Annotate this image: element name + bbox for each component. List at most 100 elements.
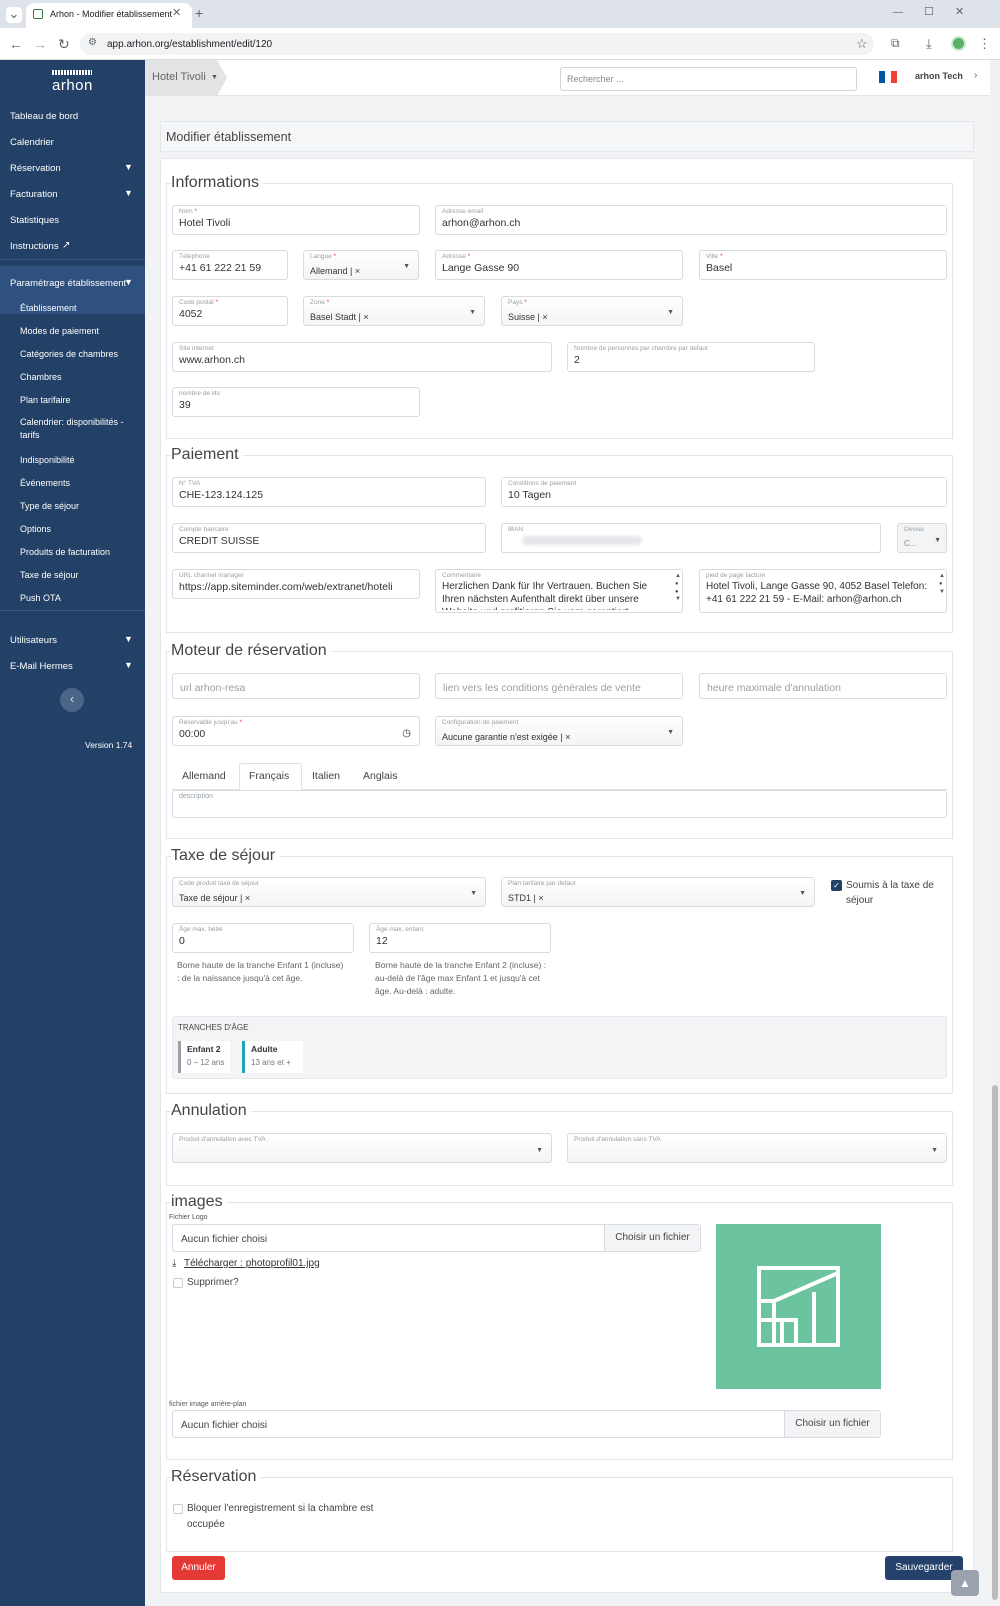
annulation-avec-tva-select[interactable]: Produit d'annulation avec TVA ▼: [172, 1133, 552, 1163]
bloquer-checkbox[interactable]: [173, 1504, 183, 1514]
reload-icon[interactable]: ↻: [58, 37, 70, 51]
sidebar-item-instructions[interactable]: Instructions: [10, 241, 59, 252]
scroll-top-button[interactable]: ▲: [951, 1570, 979, 1596]
menu-dots-icon[interactable]: ⋮: [978, 37, 991, 50]
profile-avatar[interactable]: [951, 36, 966, 51]
user-menu[interactable]: arhon Tech: [915, 71, 963, 81]
clear-icon[interactable]: ×: [538, 893, 543, 903]
code-taxe-select[interactable]: Code produit taxe de séjour Taxe de séjou…: [172, 877, 486, 907]
conditions-field[interactable]: Conditions de paiement 10 Tagen: [501, 477, 947, 507]
clock-icon[interactable]: ◷: [402, 728, 411, 739]
close-tab-icon[interactable]: ✕: [172, 8, 181, 19]
sidebar-item-facturation[interactable]: Facturation: [10, 189, 58, 200]
soumis-checkbox[interactable]: ✓: [831, 880, 842, 891]
sidebar-sub-taxe-sejour[interactable]: Taxe de séjour: [20, 569, 79, 582]
tva-field[interactable]: N° TVA CHE-123.124.125: [172, 477, 486, 507]
zone-select[interactable]: Zone * Basel Stadt | × ▼: [303, 296, 485, 326]
adresse-value: Lange Gasse 90: [442, 262, 520, 274]
site-internet-field[interactable]: Site internet www.arhon.ch: [172, 342, 552, 372]
pied-page-textarea[interactable]: pied de page facture Hotel Tivoli, Lange …: [699, 569, 947, 613]
sidebar-sub-type-sejour[interactable]: Type de séjour: [20, 500, 79, 513]
clear-icon[interactable]: ×: [363, 312, 368, 322]
downloads-icon[interactable]: ⤓: [926, 37, 932, 50]
nom-field[interactable]: Nom * Hotel Tivoli: [172, 205, 420, 235]
clear-icon[interactable]: ×: [355, 266, 360, 276]
extensions-icon[interactable]: ⧉: [891, 37, 900, 49]
telephone-field[interactable]: Téléphone +41 61 222 21 59: [172, 250, 288, 280]
heure-annulation-field[interactable]: heure maximale d'annulation: [699, 673, 947, 699]
plan-tarifaire-select[interactable]: Plan tarifaire par defaut STD1 | × ▼: [501, 877, 815, 907]
lits-field[interactable]: nombre de lits 39: [172, 387, 420, 417]
code-postal-field[interactable]: Code postal * 4052: [172, 296, 288, 326]
sidebar-sub-options[interactable]: Options: [20, 523, 51, 536]
sidebar-item-tableau-de-bord[interactable]: Tableau de bord: [10, 111, 78, 122]
back-icon[interactable]: ←: [9, 37, 23, 51]
sidebar-sub-calendrier-dispo[interactable]: Calendrier: disponibilités - tarifs: [20, 416, 132, 442]
textarea-scrollbar[interactable]: ▲ ● ▼: [939, 573, 945, 609]
clear-icon[interactable]: ×: [542, 312, 547, 322]
collapse-sidebar-icon[interactable]: ‹: [60, 688, 84, 712]
textarea-scrollbar[interactable]: ▲ ● ● ▼: [675, 573, 681, 609]
forward-icon[interactable]: →: [33, 37, 47, 51]
email-field[interactable]: Adresse email arhon@arhon.ch: [435, 205, 947, 235]
choose-file-button[interactable]: Choisir un fichier: [784, 1411, 880, 1437]
sidebar-item-calendrier[interactable]: Calendrier: [10, 137, 54, 148]
site-info-icon[interactable]: ⚙: [88, 38, 97, 48]
iban-field[interactable]: IBAN: [501, 523, 881, 553]
tab-anglais[interactable]: Anglais: [363, 770, 397, 782]
tab-search-icon[interactable]: ⌄: [6, 7, 22, 23]
adresse-field[interactable]: Adresse * Lange Gasse 90: [435, 250, 683, 280]
age-enfant-field[interactable]: Âge max. enfant 12: [369, 923, 551, 953]
sidebar-sub-push-ota[interactable]: Push OTA: [20, 592, 61, 605]
maximize-icon[interactable]: ☐: [924, 7, 934, 18]
commentaire-textarea[interactable]: Commentaire Herzlichen Dank für Ihr Vertr…: [435, 569, 683, 613]
tab-italien[interactable]: Italien: [312, 770, 340, 782]
choose-file-button[interactable]: Choisir un fichier: [604, 1225, 700, 1251]
config-paiement-select[interactable]: Configuration de paiement Aucune garantie…: [435, 716, 683, 746]
channel-manager-field[interactable]: URL channel manager https://app.siteminde…: [172, 569, 420, 599]
cgv-field[interactable]: lien vers les conditions générales de ve…: [435, 673, 683, 699]
clear-icon[interactable]: ×: [245, 893, 250, 903]
logo-file-input[interactable]: Aucun fichier choisi Choisir un fichier: [172, 1224, 701, 1252]
minimize-icon[interactable]: —: [893, 8, 903, 18]
sidebar-item-reservation[interactable]: Réservation: [10, 163, 61, 174]
sidebar-sub-produits[interactable]: Produits de facturation: [20, 546, 110, 559]
url-arhon-resa-field[interactable]: url arhon-resa: [172, 673, 420, 699]
close-window-icon[interactable]: ✕: [955, 7, 964, 18]
sidebar-sub-etablissement[interactable]: Établissement: [20, 302, 77, 315]
sidebar-item-email-hermes[interactable]: E-Mail Hermes: [10, 661, 73, 672]
supprimer-label: Supprimer?: [187, 1277, 239, 1288]
language-flag-icon[interactable]: [879, 71, 897, 83]
sidebar-sub-categories[interactable]: Catégories de chambres: [20, 348, 118, 361]
description-field[interactable]: description: [172, 790, 947, 818]
annulation-sans-tva-select[interactable]: Produit d'annulation sans TVA ▼: [567, 1133, 947, 1163]
sidebar-sub-evenements[interactable]: Événements: [20, 477, 70, 490]
sidebar-item-statistiques[interactable]: Statistiques: [10, 215, 59, 226]
tab-allemand[interactable]: Allemand: [182, 770, 226, 782]
compte-field[interactable]: Compte bancaire CREDIT SUISSE: [172, 523, 486, 553]
sidebar-item-utilisateurs[interactable]: Utilisateurs: [10, 635, 57, 646]
pays-select[interactable]: Pays * Suisse | × ▼: [501, 296, 683, 326]
page-scrollbar-thumb[interactable]: [992, 1085, 998, 1600]
bookmark-star-icon[interactable]: ☆: [856, 37, 868, 50]
tab-francais[interactable]: Français: [249, 770, 289, 782]
sidebar-sub-modes-paiement[interactable]: Modes de paiement: [20, 325, 99, 338]
tranches-title: TRANCHES D'ÂGE: [178, 1023, 249, 1032]
langue-select[interactable]: Langue * Allemand | × ▼: [303, 250, 419, 280]
supprimer-checkbox[interactable]: [173, 1278, 183, 1288]
age-bebe-field[interactable]: Âge max. bébé 0: [172, 923, 354, 953]
clear-icon[interactable]: ×: [565, 732, 570, 742]
new-tab-icon[interactable]: +: [195, 6, 203, 20]
reservable-field[interactable]: Réservable jusqu'au * 00:00 ◷: [172, 716, 420, 746]
devise-select[interactable]: Devise C... ▼: [897, 523, 947, 553]
search-input[interactable]: Rechercher ...: [560, 67, 857, 91]
cancel-button[interactable]: Annuler: [172, 1556, 225, 1580]
sidebar-sub-chambres[interactable]: Chambres: [20, 371, 62, 384]
sidebar-sub-plan-tarifaire[interactable]: Plan tarifaire: [20, 394, 71, 407]
bg-file-input[interactable]: Aucun fichier choisi Choisir un fichier: [172, 1410, 881, 1438]
personnes-field[interactable]: Nombre de personnes par chambre par defa…: [567, 342, 815, 372]
sidebar-item-parametrage[interactable]: Paramétrage établissement: [10, 278, 126, 289]
ville-field[interactable]: Ville * Basel: [699, 250, 947, 280]
sidebar-sub-indisponibilite[interactable]: Indisponibilité: [20, 454, 75, 467]
download-link[interactable]: Télécharger : photoprofil01.jpg: [184, 1258, 320, 1269]
